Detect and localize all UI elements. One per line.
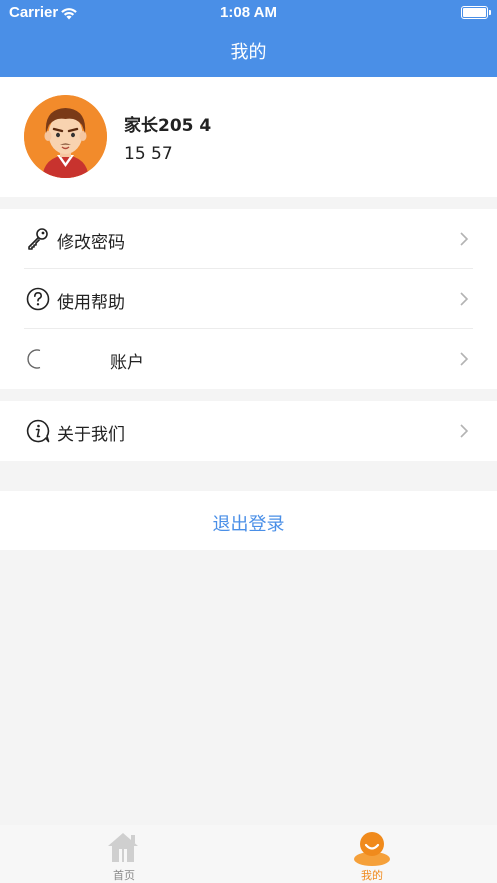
menu-item-label: 账户 (110, 353, 144, 373)
status-bar: Carrier 1:08 AM (0, 0, 497, 26)
tab-mine[interactable]: 我的 (248, 825, 496, 883)
account-icon (26, 347, 50, 371)
menu-item-account[interactable]: 账户 (0, 329, 497, 389)
menu-item-about-us[interactable]: 关于我们 (0, 401, 497, 461)
menu-item-label: 修改密码 (57, 233, 125, 253)
user-phone: 15 57 (124, 144, 173, 164)
status-time: 1:08 AM (220, 4, 277, 21)
menu-item-change-password[interactable]: 修改密码 (0, 209, 497, 269)
tab-label: 我的 (361, 869, 383, 882)
chevron-right-icon (459, 351, 469, 367)
page-title: 我的 (230, 42, 267, 63)
chevron-right-icon (459, 423, 469, 439)
navigation-header: Carrier 1:08 AM 我的 (0, 0, 497, 77)
settings-menu-group: 修改密码 使用帮助 账户 (0, 209, 497, 389)
menu-item-label: 关于我们 (57, 425, 125, 445)
menu-item-help[interactable]: 使用帮助 (0, 269, 497, 329)
chevron-right-icon (459, 291, 469, 307)
battery-icon (461, 6, 491, 19)
logout-label: 退出登录 (212, 514, 285, 535)
menu-item-label: 使用帮助 (57, 293, 125, 313)
info-bubble-icon (26, 419, 50, 443)
user-name: 家长205 4 (124, 116, 212, 136)
profile-card[interactable]: 家长205 4 15 57 (0, 77, 497, 197)
logout-button[interactable]: 退出登录 (0, 491, 497, 550)
key-icon (26, 227, 50, 251)
tab-label: 首页 (113, 869, 135, 882)
profile-screen: Carrier 1:08 AM 我的 家长205 4 15 57 修改密码 使用… (0, 0, 497, 883)
tab-bar: 首页 我的 (0, 825, 497, 883)
avatar[interactable] (24, 95, 107, 178)
chevron-right-icon (459, 231, 469, 247)
tab-home[interactable]: 首页 (0, 825, 248, 883)
question-circle-icon (26, 287, 50, 311)
about-menu-group: 关于我们 (0, 401, 497, 461)
